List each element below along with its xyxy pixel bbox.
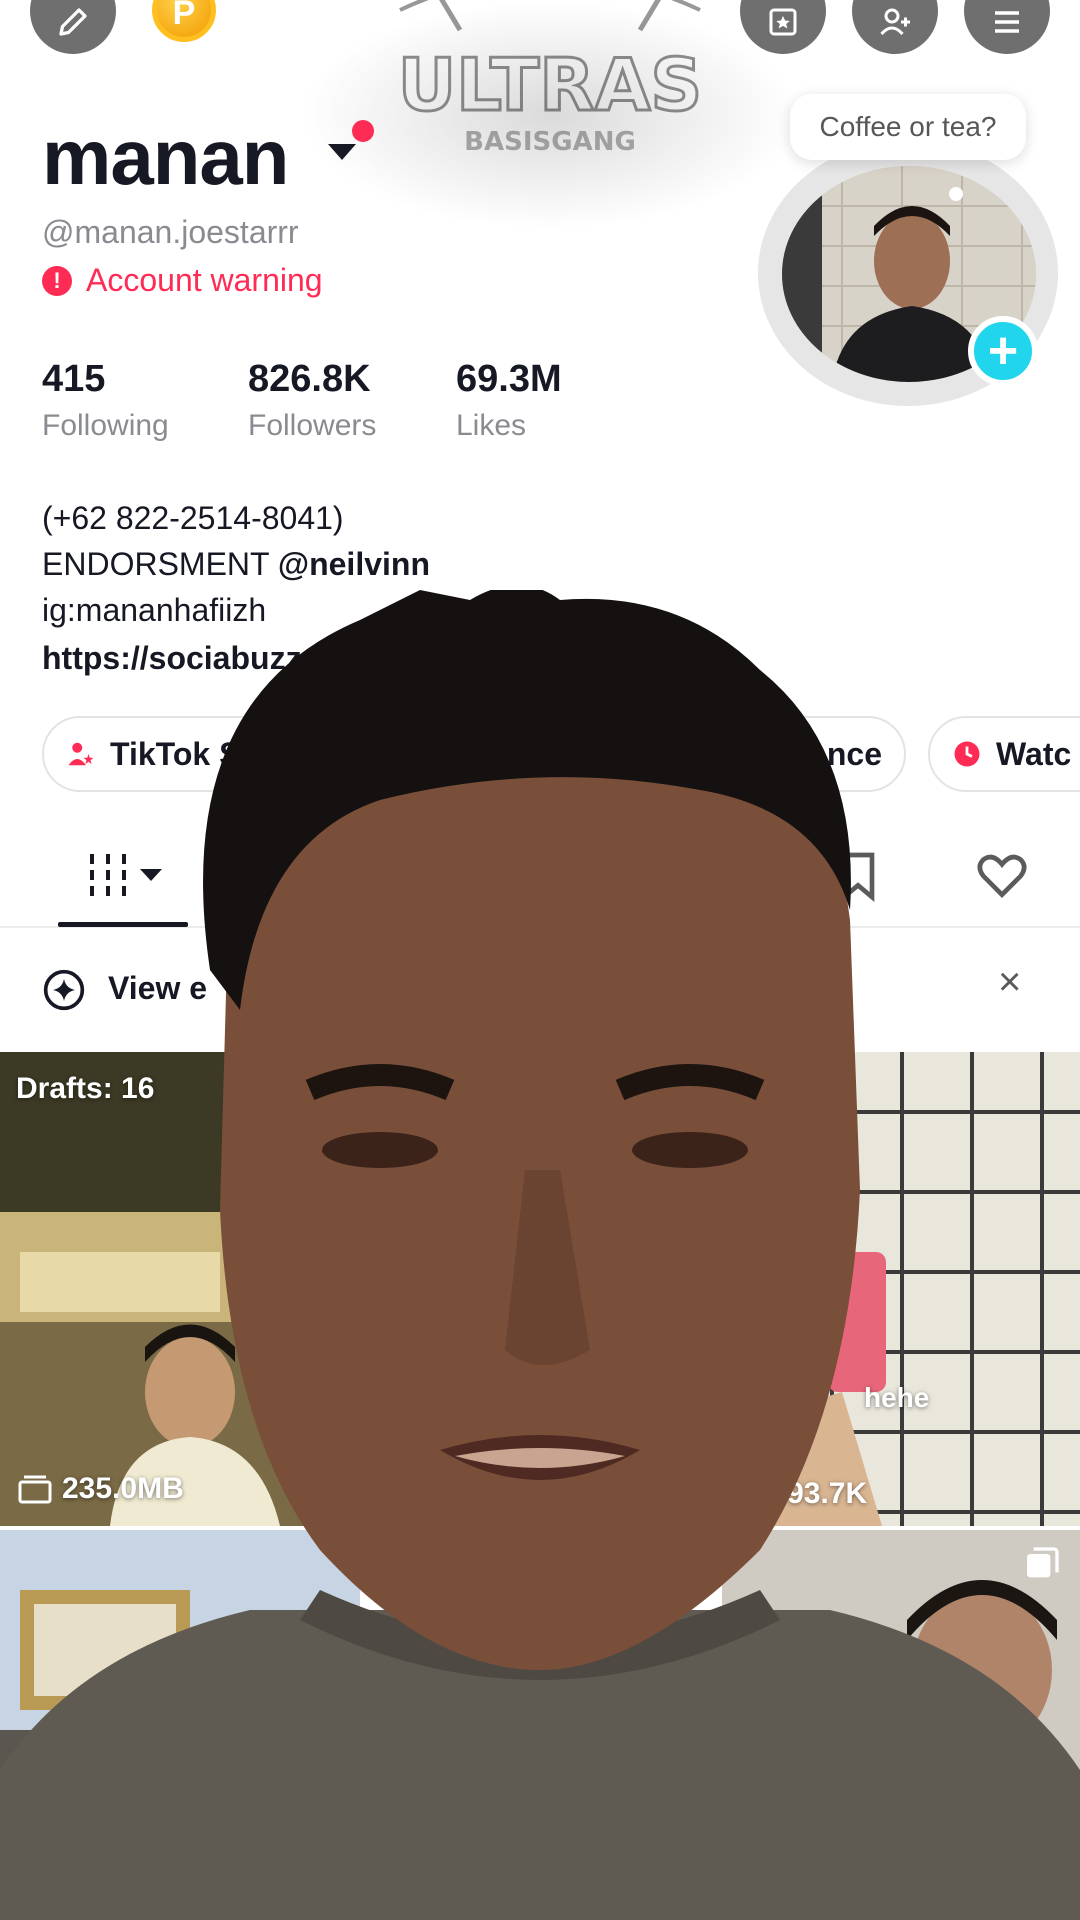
- studio-icon: [68, 742, 94, 766]
- video-tile-2[interactable]: hehe ▷ 93.7K: [722, 1052, 1080, 1526]
- drafts-size-value: 235.0MB: [62, 1472, 184, 1505]
- account-warning-link[interactable]: ! Account warning: [42, 262, 323, 299]
- heart-icon[interactable]: [974, 848, 1030, 904]
- bio-phone: (+62 822-2514-8041): [42, 500, 344, 536]
- stat-value: 69.3M: [456, 358, 562, 400]
- stat-followers[interactable]: 826.8K Followers: [248, 358, 376, 443]
- notice-banner: View e ×: [0, 930, 1080, 1050]
- bio-link-right: estar/tribe: [527, 640, 683, 676]
- clock-icon: [954, 741, 980, 767]
- add-friend-button[interactable]: [852, 0, 938, 54]
- stat-label: Likes: [456, 409, 527, 442]
- note-bubble[interactable]: Coffee or tea?: [790, 94, 1026, 160]
- top-bar: P: [0, 0, 1080, 80]
- grid-icon: [90, 854, 126, 896]
- stat-label: Followers: [248, 409, 377, 442]
- stat-following[interactable]: 415 Following: [42, 358, 169, 443]
- video-tile-4[interactable]: [722, 1530, 1080, 1920]
- drafts-thumbnail: [0, 1052, 360, 1526]
- video-thumbnail: [722, 1530, 1080, 1920]
- tab-videos[interactable]: [86, 850, 162, 900]
- stat-likes[interactable]: 69.3M Likes: [456, 358, 562, 443]
- bio-endorsement-handle[interactable]: @neilvinn: [278, 546, 430, 582]
- drafts-tile[interactable]: Drafts: 16 235.0MB: [0, 1052, 360, 1526]
- coin-letter: P: [172, 0, 196, 32]
- bookmark-icon[interactable]: [830, 848, 886, 904]
- menu-button[interactable]: [964, 0, 1050, 54]
- sparkle-icon: [43, 969, 85, 1011]
- view-count-value: 93.7K: [787, 1476, 868, 1510]
- add-story-button[interactable]: +: [968, 316, 1038, 386]
- drafts-size: 235.0MB: [18, 1472, 184, 1506]
- video-caption: hehe: [864, 1382, 930, 1413]
- display-name[interactable]: manan: [42, 112, 289, 203]
- bio-link[interactable]: https://sociabuzz.co estar/tribe: [42, 640, 683, 677]
- bubble-tail: [949, 187, 963, 201]
- notification-dot: [352, 120, 374, 142]
- pencil-icon: [59, 8, 87, 36]
- svg-text:BASISGANG: BASISGANG: [464, 127, 636, 157]
- chip-tiktok-studio[interactable]: TikTok Stu: [42, 716, 295, 792]
- video-thumbnail: [722, 1052, 1080, 1526]
- favorites-button[interactable]: [740, 0, 826, 54]
- bio-endorsement: ENDORSMENT @neilvinn: [42, 546, 430, 583]
- stat-label: Following: [42, 409, 169, 442]
- stat-value: 826.8K: [248, 358, 371, 400]
- bio-instagram: ig:mananhafiizh: [42, 592, 267, 628]
- account-warning-label: Account warning: [86, 262, 323, 298]
- multi-photo-icon: [1027, 1547, 1059, 1578]
- tab-active-indicator: [58, 922, 188, 927]
- alert-icon: !: [42, 265, 72, 296]
- account-switch-caret-icon[interactable]: [328, 144, 356, 160]
- chip-balance[interactable]: Balance: [730, 716, 906, 792]
- tab-caret-icon: [140, 869, 162, 881]
- coin-badge[interactable]: P: [152, 0, 216, 42]
- add-user-icon: [880, 8, 910, 36]
- video-thumbnail: [0, 1530, 360, 1920]
- chip-watch-history[interactable]: Watc: [928, 716, 1080, 792]
- bio-endorsement-prefix: ENDORSMENT: [42, 546, 278, 582]
- chip-label: Balance: [759, 735, 882, 772]
- close-icon[interactable]: ×: [998, 960, 1021, 1005]
- stat-value: 415: [42, 358, 106, 400]
- star-box-icon: [769, 8, 797, 36]
- drafts-label: Drafts: 16: [16, 1072, 155, 1105]
- notice-text[interactable]: View e: [108, 970, 207, 1007]
- view-count: ▷ 93.7K: [752, 1476, 867, 1511]
- play-icon: ▷: [752, 1477, 776, 1510]
- bio-link-left: https://sociabuzz.co: [42, 640, 348, 676]
- chip-label: Watc: [996, 735, 1072, 772]
- username-handle: @manan.joestarrr: [42, 214, 299, 250]
- hamburger-icon: [995, 11, 1019, 33]
- video-tile-3[interactable]: [0, 1530, 360, 1920]
- profile-tabs: [0, 830, 1080, 928]
- edit-button[interactable]: [30, 0, 116, 54]
- chip-label: TikTok Stu: [110, 735, 271, 772]
- folder-icon: [18, 1475, 52, 1504]
